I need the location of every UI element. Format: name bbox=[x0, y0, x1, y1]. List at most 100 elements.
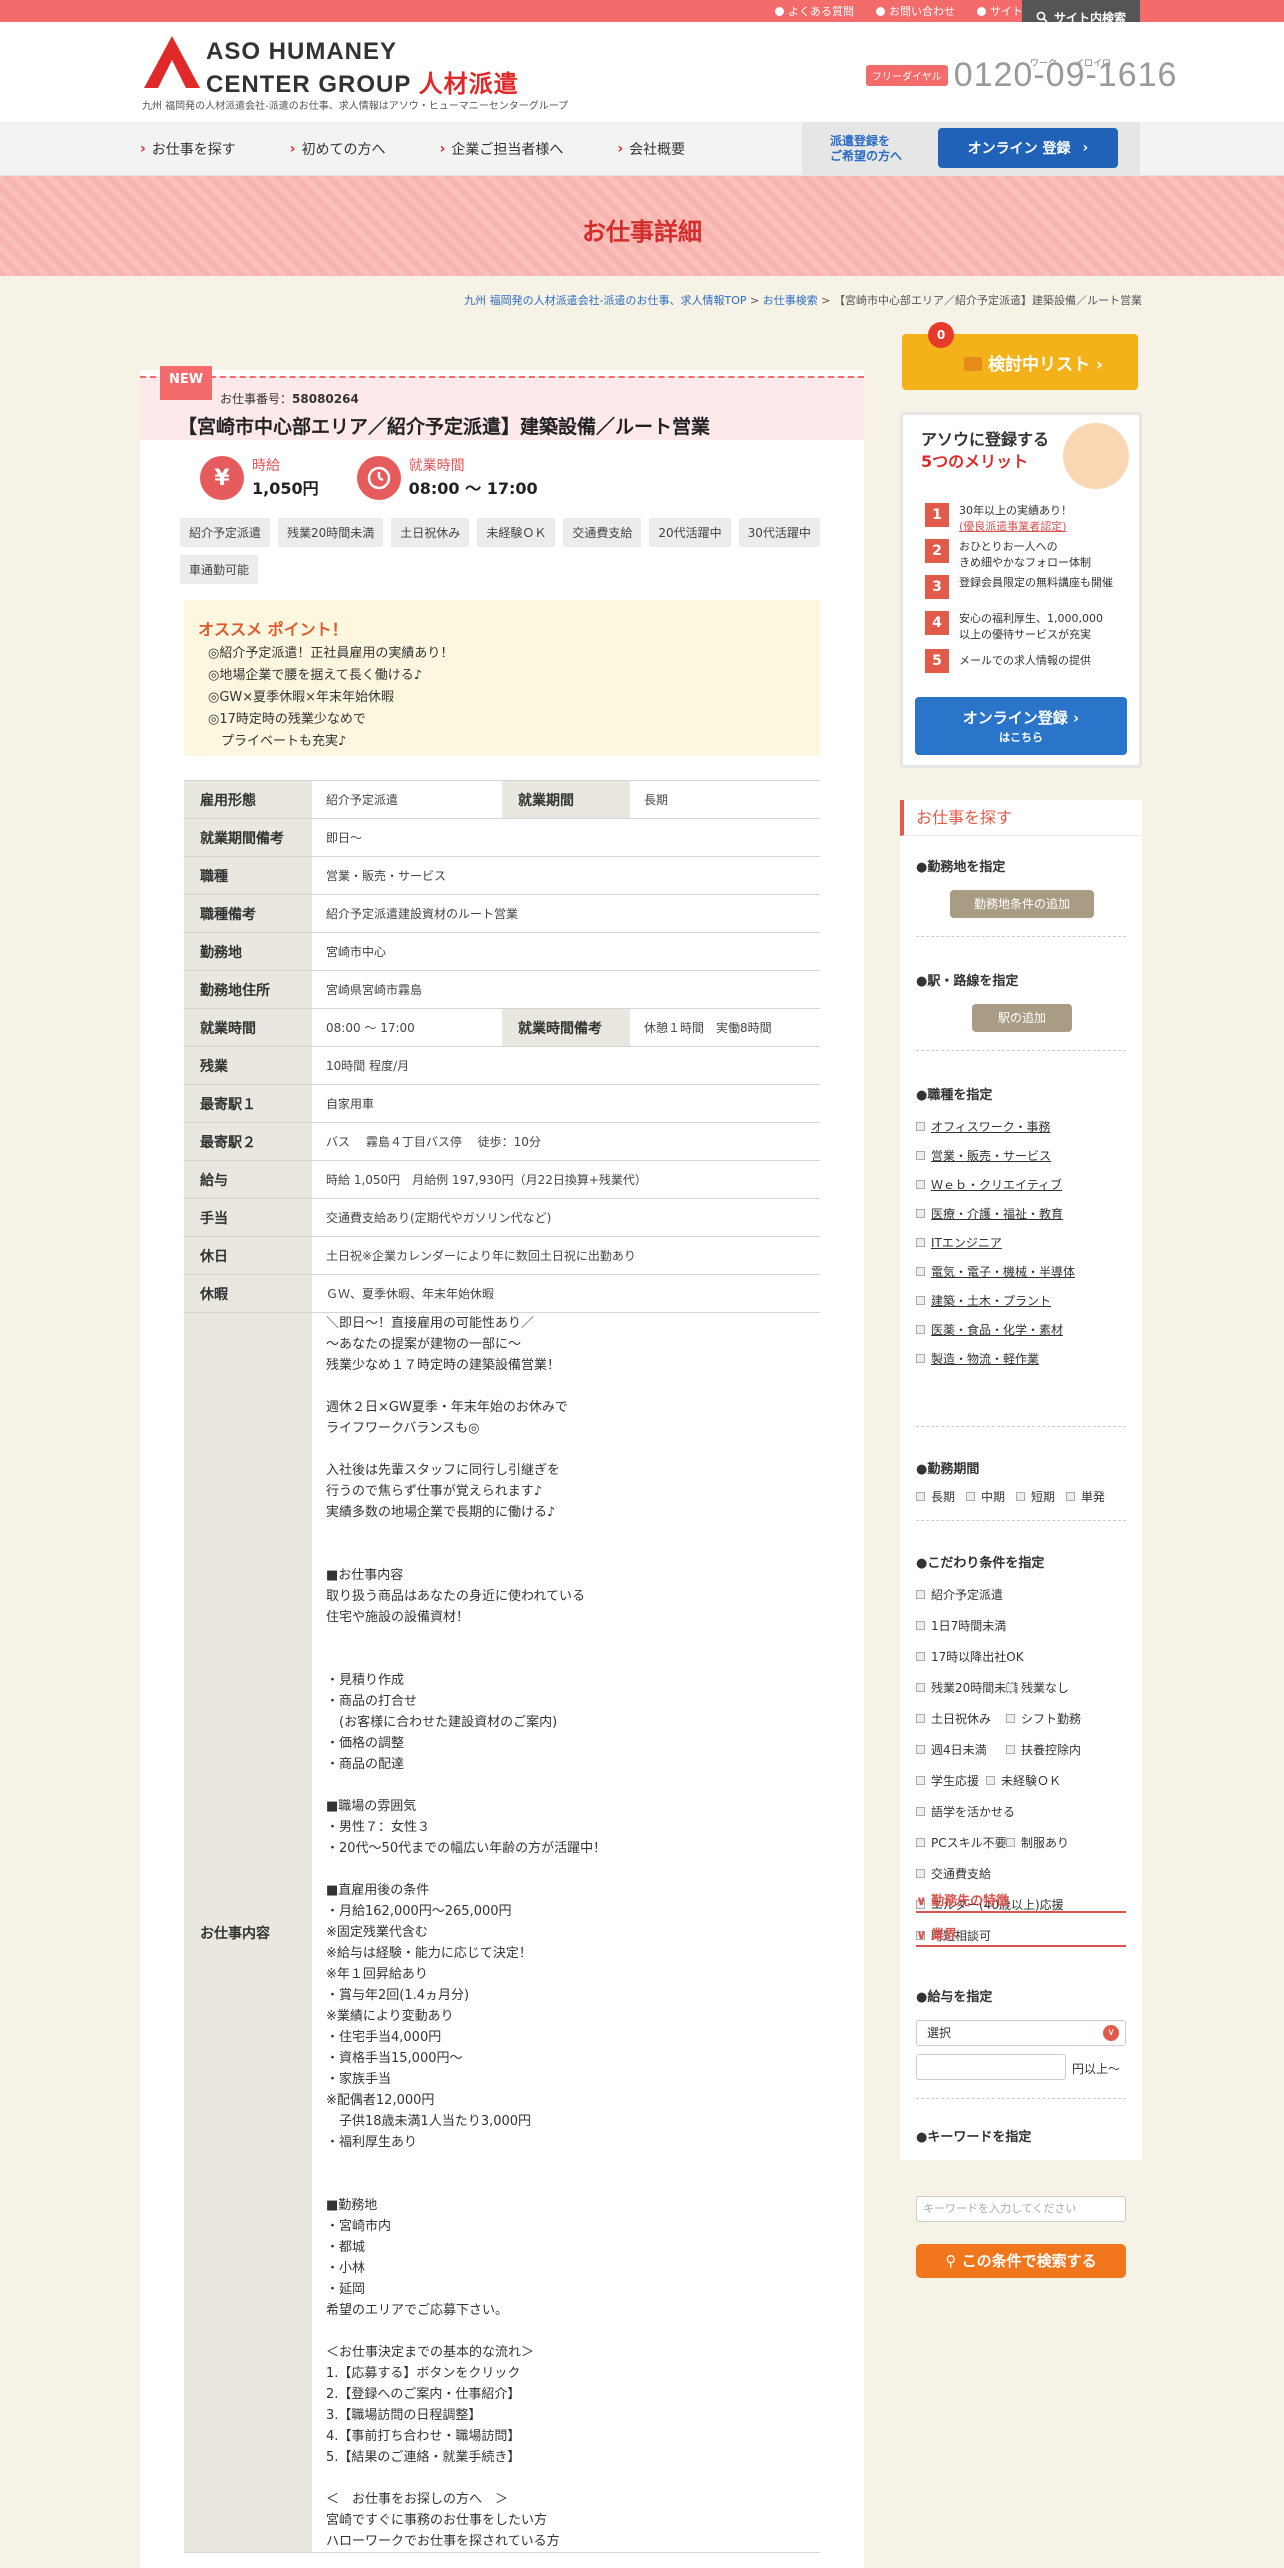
row-label: 休日 bbox=[184, 1236, 312, 1275]
recommend-point: ◎紹介予定派遣！正社員雇用の実績あり！ bbox=[208, 646, 454, 661]
jobtype-checkbox[interactable]: 医薬・食品・化学・素材 bbox=[916, 1321, 1063, 1338]
salary-type-select[interactable]: 選択 ∨ bbox=[916, 2020, 1126, 2046]
job-tag: 土日祝休み bbox=[391, 518, 470, 547]
content-line bbox=[326, 1544, 806, 1565]
salary-amount-input[interactable] bbox=[916, 2054, 1066, 2080]
kodawari-checkbox[interactable]: 扶養控除内 bbox=[1006, 1741, 1081, 1758]
job-tag: 未経験ＯＫ bbox=[477, 518, 556, 547]
content-line: ■勤務地 bbox=[326, 2198, 378, 2213]
kodawari-checkbox[interactable]: 17時以降出社OK bbox=[916, 1648, 1024, 1665]
period-checkbox[interactable]: 単発 bbox=[1066, 1488, 1105, 1505]
search-submit-label: この条件で検索する bbox=[961, 2252, 1097, 2270]
jobtype-checkbox[interactable]: Ｗｅｂ・クリエイティブ bbox=[916, 1176, 1062, 1193]
recommend-point: ◎17時定時の残業少なめで bbox=[208, 712, 366, 727]
period-checkbox[interactable]: 長期 bbox=[916, 1488, 955, 1505]
add-station-button[interactable]: 駅の追加 bbox=[972, 1004, 1072, 1032]
breadcrumb-home[interactable]: 九州 福岡発の人材派遣会社-派遣のお仕事、求人情報TOP bbox=[464, 294, 746, 307]
kodawari-checkbox[interactable]: 交通費支給 bbox=[916, 1865, 991, 1882]
jobtype-label: 医療・介護・福祉・教育 bbox=[931, 1207, 1064, 1221]
content-line: ※業績により変動あり bbox=[326, 2009, 454, 2024]
jobtype-checkbox[interactable]: オフィスワーク・事務 bbox=[916, 1118, 1051, 1135]
kodawari-checkbox[interactable]: 週4日未満 bbox=[916, 1741, 987, 1758]
merit-register-button[interactable]: オンライン登録 › はこちら bbox=[915, 697, 1127, 755]
row-label: お仕事内容 bbox=[184, 1312, 312, 2553]
add-area-button[interactable]: 勤務地条件の追加 bbox=[950, 890, 1094, 918]
content-line bbox=[326, 1649, 806, 1670]
content-line: ※年１回昇給あり bbox=[326, 1967, 428, 1982]
faq-link[interactable]: よくある質問 bbox=[775, 3, 854, 19]
kodawari-label: 紹介予定派遣 bbox=[931, 1588, 1004, 1602]
divider bbox=[916, 1426, 1126, 1427]
character-illustration bbox=[1063, 423, 1129, 489]
jobtype-checkbox[interactable]: 営業・販売・サービス bbox=[916, 1147, 1051, 1164]
nav-label: 企業ご担当者様へ bbox=[451, 142, 564, 158]
recommend-box: オススメ ポイント！ ◎紹介予定派遣！正社員雇用の実績あり！ ◎地場企業で腰を据… bbox=[184, 600, 820, 756]
jobtype-checkbox[interactable]: 建築・土木・プラント bbox=[916, 1292, 1051, 1309]
feature-toggle[interactable]: ∨ 勤務先の特徴 bbox=[916, 1890, 1126, 1913]
online-register-button[interactable]: オンライン 登録 › bbox=[938, 128, 1118, 168]
recommend-point: プライベートも充実♪ bbox=[208, 734, 347, 749]
merit-title-line1: アソウに登録する bbox=[921, 430, 1050, 449]
kodawari-checkbox[interactable]: 1日7時間未満 bbox=[916, 1617, 1006, 1634]
industry-toggle[interactable]: ∨ 業界 bbox=[916, 1924, 1126, 1947]
keyword-input[interactable]: キーワードを入力してください bbox=[916, 2196, 1126, 2222]
jobtype-checkbox[interactable]: 医療・介護・福祉・教育 bbox=[916, 1205, 1063, 1222]
nav-label: お仕事を探す bbox=[151, 142, 236, 158]
job-summary: ¥ 時給 1,050円 就業時間 08:00 ～ 17:00 bbox=[200, 456, 538, 500]
kodawari-checkbox[interactable]: 土日祝休み bbox=[916, 1710, 991, 1727]
nav-item-job-search[interactable]: › お仕事を探す bbox=[140, 139, 236, 159]
merit-line1: 安心の福利厚生、1,000,000 bbox=[959, 612, 1103, 625]
consideration-count-badge: 0 bbox=[928, 322, 954, 348]
period-checkbox[interactable]: 中期 bbox=[966, 1488, 1005, 1505]
nav-item-companies[interactable]: › 企業ご担当者様へ bbox=[440, 139, 564, 159]
kodawari-section-title: ●こだわり条件を指定 bbox=[916, 1556, 1045, 1571]
kodawari-checkbox[interactable]: PCスキル不要 bbox=[916, 1834, 1007, 1851]
kodawari-checkbox[interactable]: 残業20時間未満 bbox=[916, 1679, 1018, 1696]
kodawari-checkbox[interactable]: 残業なし bbox=[1006, 1679, 1069, 1696]
merit-button-line2: はこちら bbox=[999, 731, 1043, 744]
logo-brand: 人材派遣 bbox=[418, 71, 519, 98]
feature-toggle-label: 勤務先の特徴 bbox=[931, 1894, 1010, 1909]
merit-line2[interactable]: (優良派遣事業者認定) bbox=[959, 520, 1067, 533]
merit-text: メールでの求人情報の提供 bbox=[959, 654, 1091, 667]
kodawari-label: シフト勤務 bbox=[1021, 1712, 1082, 1726]
checkbox-icon bbox=[1006, 1745, 1015, 1754]
contact-link[interactable]: お問い合わせ bbox=[876, 3, 955, 19]
jobtype-checkbox[interactable]: 製造・物流・軽作業 bbox=[916, 1350, 1039, 1367]
breadcrumb: 九州 福岡発の人材派遣会社-派遣のお仕事、求人情報TOP > お仕事検索 > 【… bbox=[464, 294, 1142, 307]
search-submit-button[interactable]: ⚲ この条件で検索する bbox=[916, 2244, 1126, 2278]
row-label: 就業期間備考 bbox=[184, 818, 312, 857]
content-line: ・家族手当 bbox=[326, 2072, 392, 2087]
job-number: お仕事番号：58080264 bbox=[220, 390, 359, 407]
kodawari-label: 学生応援 bbox=[931, 1774, 980, 1788]
kodawari-checkbox[interactable]: 学生応援 bbox=[916, 1772, 979, 1789]
recommend-point: ◎地場企業で腰を据えて長く働ける♪ bbox=[208, 668, 422, 683]
jobtype-checkbox[interactable]: 電気・電子・機械・半導体 bbox=[916, 1263, 1075, 1280]
kodawari-checkbox[interactable]: シフト勤務 bbox=[1006, 1710, 1081, 1727]
content-line: ＼即日〜！直接雇用の可能性あり／ bbox=[326, 1316, 535, 1331]
kodawari-checkbox[interactable]: 語学を活かせる bbox=[916, 1803, 1015, 1820]
consideration-list-button[interactable]: 0 検討中リスト › bbox=[902, 322, 1138, 390]
content-line: ・見積り作成 bbox=[326, 1673, 405, 1688]
breadcrumb-search[interactable]: お仕事検索 bbox=[763, 294, 818, 307]
nav-item-first-time[interactable]: › 初めての方へ bbox=[290, 139, 386, 159]
content-line: 取り扱う商品はあなたの身近に使われている bbox=[326, 1589, 585, 1604]
content-line: ・住宅手当4,000円 bbox=[326, 2030, 442, 2045]
merit-line2: 以上の優待サービスが充実 bbox=[959, 628, 1091, 641]
kodawari-checkbox[interactable]: 制服あり bbox=[1006, 1834, 1069, 1851]
kodawari-checkbox[interactable]: 紹介予定派遣 bbox=[916, 1586, 1003, 1603]
job-tag: 車通勤可能 bbox=[180, 555, 259, 584]
kodawari-label: 土日祝休み bbox=[931, 1712, 992, 1726]
phone-number[interactable]: 0120-09-1616 bbox=[954, 56, 1178, 95]
jobtype-checkbox[interactable]: ITエンジニア bbox=[916, 1234, 1002, 1251]
chevron-down-icon: ∨ bbox=[1103, 2025, 1119, 2041]
hours-value: 08:00 ～ 17:00 bbox=[408, 479, 538, 498]
nav-item-about[interactable]: › 会社概要 bbox=[617, 139, 685, 159]
page-title: お仕事詳細 bbox=[582, 218, 702, 246]
row-value: 08:00 ～ 17:00 bbox=[312, 1008, 502, 1047]
checkbox-icon bbox=[916, 1621, 925, 1630]
job-number-value: 58080264 bbox=[292, 392, 359, 406]
merit-number: 3 bbox=[925, 575, 949, 599]
period-checkbox[interactable]: 短期 bbox=[1016, 1488, 1055, 1505]
kodawari-checkbox[interactable]: 未経験ＯＫ bbox=[986, 1772, 1061, 1789]
